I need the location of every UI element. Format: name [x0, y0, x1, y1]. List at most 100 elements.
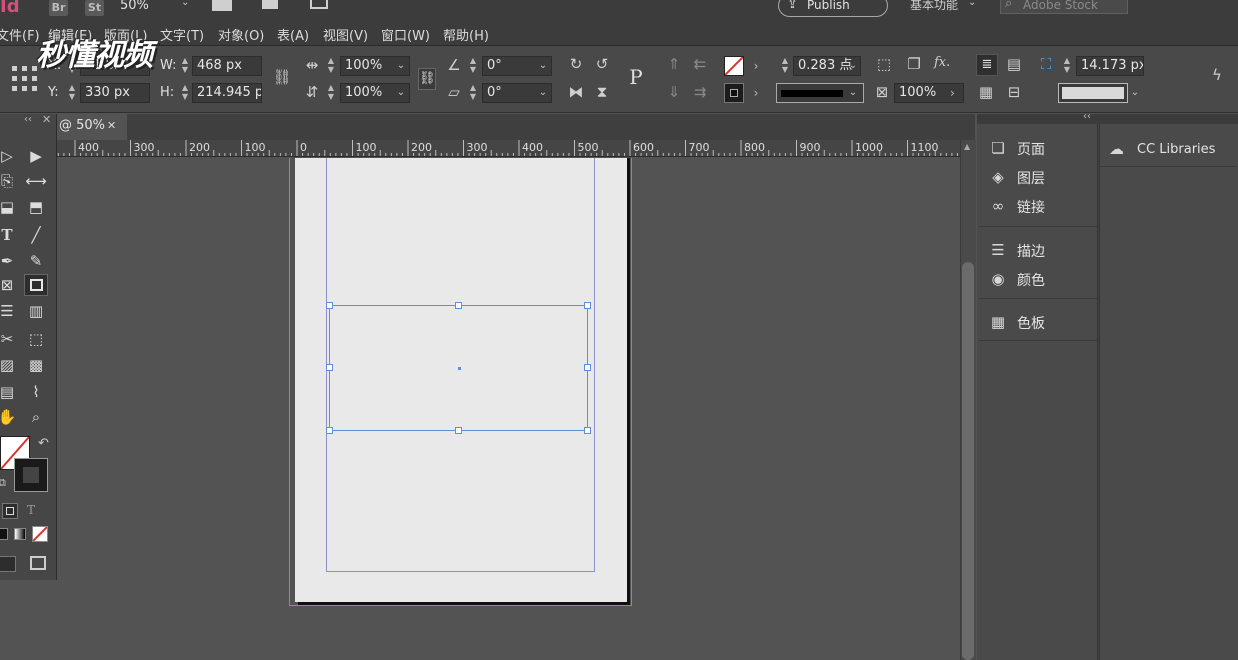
w-field[interactable]: 468 px	[192, 56, 262, 76]
wrap-bounding-box-icon[interactable]: ▤	[1004, 55, 1024, 75]
select-content-icon[interactable]: ⇓	[664, 83, 684, 103]
stroke-swatch-icon[interactable]	[724, 83, 744, 103]
free-transform-tool-icon[interactable]: ⬚	[25, 328, 47, 350]
pen-tool-icon[interactable]: ✒	[0, 250, 18, 272]
stock-badge[interactable]: St	[85, 0, 104, 16]
menu-object[interactable]: 对象(O)	[218, 25, 264, 44]
wrap-object-shape-icon[interactable]: ▦	[976, 83, 996, 103]
formatting-container-icon[interactable]	[2, 503, 18, 519]
chevron-down-icon[interactable]: ⌄	[846, 56, 860, 76]
type-tool-icon[interactable]: T	[0, 224, 18, 246]
publish-online-button[interactable]: ⇪ Publish Online	[778, 0, 888, 33]
offset-field[interactable]: 14.173 px	[1076, 56, 1144, 76]
close-icon[interactable]: ✕	[42, 113, 51, 126]
chevron-down-icon[interactable]: ⌄	[536, 56, 550, 76]
resize-handle-top[interactable]	[455, 302, 462, 309]
eyedropper-tool-icon[interactable]: ⌇	[25, 381, 47, 403]
vertical-grid-tool-icon[interactable]: ▥	[25, 300, 47, 322]
app-zoom-value[interactable]: 50%	[120, 0, 149, 13]
wrap-jump-object-icon[interactable]: ⊟	[1004, 83, 1024, 103]
chevron-down-icon[interactable]: ⌄	[394, 56, 408, 76]
menu-type[interactable]: 文字(T)	[160, 25, 204, 44]
stroke-menu-arrow-icon[interactable]: ›	[748, 83, 764, 103]
adobe-stock-search[interactable]: ⌕ Adobe Stock	[1000, 0, 1128, 14]
scroll-up-arrow-icon[interactable]: ▲	[964, 142, 970, 151]
y-field[interactable]: 330 px	[80, 83, 150, 103]
selection-tool-icon[interactable]: ▷	[0, 145, 18, 167]
view-options-icon[interactable]	[212, 0, 232, 11]
vertical-scrollbar-thumb[interactable]	[962, 262, 974, 660]
lightning-icon[interactable]: ϟ	[1212, 66, 1222, 84]
gap-tool-icon[interactable]: ⟷	[25, 170, 47, 192]
chevron-down-icon[interactable]: ⌄	[968, 0, 976, 8]
document-tab[interactable]: @ 50% ✕	[57, 114, 127, 140]
stroke-weight-spinner-icon[interactable]: ▲ ▼	[780, 56, 790, 76]
horizontal-grid-tool-icon[interactable]: ☰	[0, 300, 18, 322]
expand-panels-icon[interactable]: ‹‹	[1083, 111, 1091, 122]
reference-point-icon[interactable]	[12, 66, 38, 92]
resize-handle-top-right[interactable]	[584, 302, 591, 309]
offset-spinner-icon[interactable]: ▲ ▼	[1062, 56, 1072, 76]
bridge-badge[interactable]: Br	[49, 0, 68, 16]
h-spinner-icon[interactable]: ▲ ▼	[180, 83, 190, 103]
opacity-arrow-icon[interactable]: ›	[950, 83, 962, 103]
arrange-documents-icon[interactable]	[310, 0, 328, 9]
fill-menu-arrow-icon[interactable]: ›	[748, 56, 764, 76]
pencil-tool-icon[interactable]: ✎	[25, 250, 47, 272]
apply-none-icon[interactable]	[32, 526, 48, 542]
apply-color-icon[interactable]	[0, 528, 8, 540]
menu-view[interactable]: 视图(V)	[323, 25, 368, 44]
resize-handle-bottom-left[interactable]	[326, 427, 333, 434]
rectangle-tool-icon[interactable]	[24, 274, 48, 296]
select-container-icon[interactable]: ⇑	[664, 55, 684, 75]
menu-file[interactable]: 文件(F)	[0, 25, 40, 44]
line-tool-icon[interactable]: ╱	[25, 224, 47, 246]
apply-gradient-icon[interactable]	[14, 528, 26, 540]
menu-help[interactable]: 帮助(H)	[443, 25, 489, 44]
object-style-select[interactable]	[1058, 83, 1128, 103]
panel-cc-libraries[interactable]: ☁ CC Libraries	[1109, 140, 1233, 162]
rotate-clockwise-icon[interactable]: ↻	[566, 55, 586, 75]
w-spinner-icon[interactable]: ▲ ▼	[180, 56, 190, 76]
rectangle-frame-tool-icon[interactable]: ⊠	[0, 274, 18, 296]
scale-y-spinner-icon[interactable]: ▲ ▼	[326, 83, 336, 103]
text-frame-options-icon[interactable]: ⬚	[874, 55, 894, 75]
page-tool-icon[interactable]: ⎘	[0, 170, 18, 192]
wrap-none-icon[interactable]: ≣	[976, 54, 998, 76]
note-tool-icon[interactable]: ▤	[0, 381, 18, 403]
rotate-counterclockwise-icon[interactable]: ↺	[592, 55, 612, 75]
content-placer-icon[interactable]: ⬒	[25, 196, 47, 218]
select-container-p-icon[interactable]: P	[622, 62, 650, 92]
resize-handle-right[interactable]	[584, 364, 591, 371]
gradient-feather-tool-icon[interactable]: ▩	[25, 354, 47, 376]
chevron-down-icon[interactable]: ⌄	[394, 83, 408, 103]
stroke-black-icon[interactable]	[14, 458, 48, 492]
panel-stroke[interactable]: ☰ 描边	[987, 238, 1097, 264]
swap-fill-stroke-icon[interactable]: ↶	[38, 436, 49, 451]
resize-handle-bottom-right[interactable]	[584, 427, 591, 434]
panel-color[interactable]: ◉ 颜色	[987, 267, 1097, 293]
fill-none-swatch-icon[interactable]	[724, 56, 744, 76]
drop-shadow-icon[interactable]: ❐	[904, 55, 924, 75]
direct-selection-tool-icon[interactable]: ▶	[25, 145, 47, 167]
collapse-panel-icon[interactable]: ‹‹	[24, 114, 32, 125]
flip-vertical-icon[interactable]: ⧗	[592, 83, 612, 103]
formatting-text-icon[interactable]: T	[27, 503, 35, 517]
flip-horizontal-icon[interactable]: ⧓	[566, 83, 586, 103]
zoom-tool-icon[interactable]: ⌕	[25, 406, 47, 428]
shear-spinner-icon[interactable]: ▲ ▼	[468, 83, 478, 103]
constrain-proportions-icon[interactable]: ⛓	[272, 68, 292, 88]
menu-table[interactable]: 表(A)	[277, 25, 309, 44]
panel-swatches[interactable]: ▦ 色板	[987, 310, 1097, 336]
hand-tool-icon[interactable]: ✋	[0, 406, 18, 428]
close-icon[interactable]: ✕	[107, 114, 116, 138]
resize-handle-left[interactable]	[326, 364, 333, 371]
panel-links[interactable]: ∞ 链接	[987, 194, 1097, 220]
panel-layers[interactable]: ◈ 图层	[987, 165, 1097, 191]
panel-pages[interactable]: ❏ 页面	[987, 136, 1097, 162]
normal-view-icon[interactable]	[0, 556, 16, 572]
screen-mode-icon[interactable]	[262, 0, 278, 9]
select-next-icon[interactable]: ⇉	[690, 83, 710, 103]
chevron-down-icon[interactable]: ⌄	[536, 83, 550, 103]
constrain-scale-icon[interactable]: ⛓	[418, 68, 436, 90]
